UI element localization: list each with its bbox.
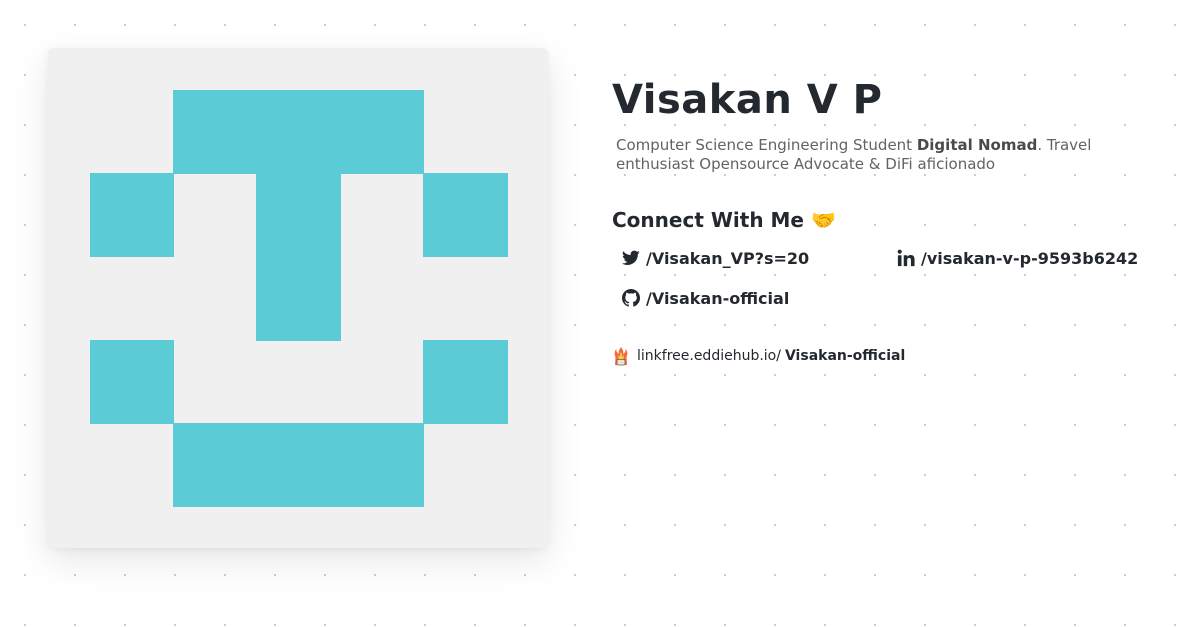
github-icon bbox=[620, 288, 642, 308]
connect-heading: Connect With Me 🤝 bbox=[612, 208, 1172, 232]
linkfree-handle: Visakan-official bbox=[784, 348, 906, 364]
bio-text-start: Computer Science Engineering Student bbox=[616, 136, 917, 154]
social-links: /Visakan_VP?s=20 /visakan-v-p-9593b6242 … bbox=[612, 244, 1172, 324]
linkfree-link[interactable]: linkfree.eddiehub.io/Visakan-official bbox=[612, 346, 1172, 366]
linkfree-prefix: linkfree.eddiehub.io/ bbox=[637, 348, 781, 364]
identicon-block bbox=[90, 173, 174, 257]
identicon-block bbox=[256, 173, 341, 341]
identicon-block bbox=[423, 173, 508, 257]
twitter-link[interactable]: /Visakan_VP?s=20 bbox=[620, 248, 809, 268]
linkedin-icon bbox=[895, 248, 917, 268]
identicon-block bbox=[90, 340, 174, 424]
identicon-block bbox=[173, 90, 424, 174]
twitter-handle: /Visakan_VP?s=20 bbox=[646, 248, 810, 268]
linkedin-link[interactable]: /visakan-v-p-9593b6242 bbox=[895, 248, 1138, 268]
linkfree-logo-icon bbox=[612, 346, 630, 366]
github-link[interactable]: /Visakan-official bbox=[620, 288, 789, 308]
identicon-block bbox=[173, 423, 424, 507]
github-handle: /Visakan-official bbox=[646, 288, 790, 308]
bio-highlight: Digital Nomad bbox=[916, 136, 1038, 154]
twitter-icon bbox=[620, 248, 642, 268]
connect-heading-text: Connect With Me bbox=[612, 208, 804, 232]
profile-info: Visakan V P Computer Science Engineering… bbox=[612, 76, 1172, 366]
handshake-icon: 🤝 bbox=[810, 208, 836, 232]
avatar-identicon bbox=[48, 48, 548, 548]
profile-name: Visakan V P bbox=[612, 77, 883, 123]
identicon-block bbox=[423, 340, 508, 424]
profile-bio: Computer Science Engineering Student Dig… bbox=[616, 136, 1156, 174]
linkedin-handle: /visakan-v-p-9593b6242 bbox=[921, 248, 1139, 268]
